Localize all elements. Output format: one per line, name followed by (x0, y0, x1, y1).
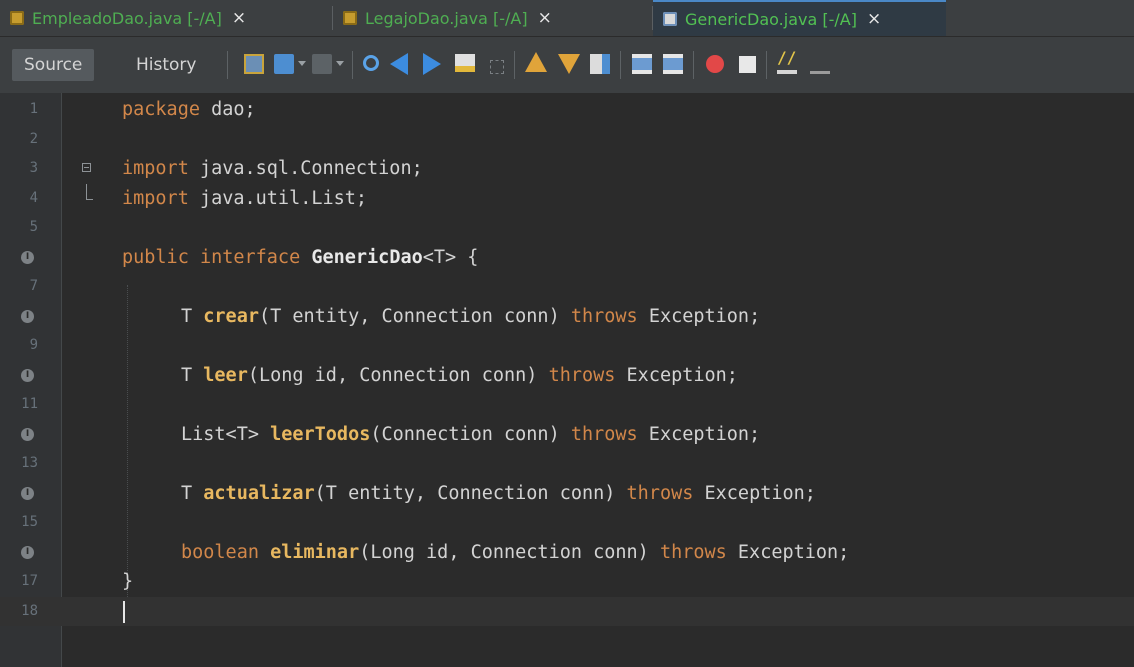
code-text[interactable]: import java.sql.Connection; (122, 154, 423, 184)
code-line: I boolean eliminar(Long id, Connection c… (0, 538, 1134, 568)
chevron-down-icon[interactable] (298, 61, 306, 66)
line-number: 3 (29, 160, 38, 176)
code-line: 7 (0, 272, 1134, 302)
stop-macro-icon[interactable] (739, 56, 756, 73)
toolbar-divider (227, 51, 228, 79)
uncomment-icon[interactable] (810, 54, 830, 74)
code-text[interactable]: import java.util.List; (122, 184, 367, 214)
find-next-icon[interactable] (423, 53, 441, 75)
line-number: 17 (21, 573, 38, 589)
source-tab-button[interactable]: Source (12, 49, 95, 81)
rectangular-selection-icon[interactable] (490, 60, 504, 74)
code-line: I T actualizar(T entity, Connection conn… (0, 479, 1134, 509)
code-line: I T leer(Long id, Connection conn) throw… (0, 361, 1134, 391)
code-line: I public interface GenericDao<T> { (0, 243, 1134, 273)
code-line: 1 package dao; (0, 95, 1134, 125)
java-file-icon (343, 11, 357, 25)
code-line-current: 18 (0, 596, 1134, 626)
code-line: 15 (0, 508, 1134, 538)
toggle-bookmark-icon[interactable] (590, 54, 610, 74)
close-icon[interactable]: × (538, 8, 552, 28)
code-line: 5 (0, 213, 1134, 243)
code-text[interactable]: T leer(Long id, Connection conn) throws … (181, 361, 738, 391)
editor-tab-bar: EmpleadoDao.java [-/A] × LegajoDao.java … (0, 0, 1134, 36)
code-text[interactable]: package dao; (122, 95, 256, 125)
toolbar-divider (514, 51, 515, 79)
history-tab-button[interactable]: History (124, 49, 208, 81)
implemented-marker-icon[interactable]: I (21, 545, 34, 559)
close-icon[interactable]: × (867, 9, 881, 29)
code-line: 4 import java.util.List; (0, 183, 1134, 214)
java-file-icon (10, 11, 24, 25)
next-bookmark-icon[interactable] (558, 54, 580, 74)
code-editor[interactable]: 1 package dao; 2 3 import java.sql.Conne… (0, 93, 1134, 667)
line-number: 2 (29, 130, 38, 147)
close-icon[interactable]: × (232, 8, 246, 28)
back-icon[interactable] (274, 54, 294, 74)
line-number: 15 (21, 514, 38, 530)
toolbar-divider (352, 51, 353, 79)
find-selection-icon[interactable] (363, 55, 379, 71)
find-previous-icon[interactable] (390, 53, 408, 75)
line-number: 1 (29, 101, 38, 117)
implemented-marker-icon[interactable]: I (21, 368, 34, 382)
editor-toolbar: Source History (0, 36, 1134, 93)
tab-empleadodao[interactable]: EmpleadoDao.java [-/A] × (0, 0, 333, 36)
record-macro-icon[interactable] (706, 55, 724, 73)
text-cursor (123, 600, 125, 623)
code-line: 11 (0, 390, 1134, 420)
tab-label: EmpleadoDao.java [-/A] (32, 8, 222, 28)
code-line: 3 import java.sql.Connection; (0, 154, 1134, 184)
shift-left-icon[interactable] (632, 54, 652, 74)
line-number: 7 (29, 278, 38, 294)
implemented-marker-icon[interactable]: I (21, 486, 34, 500)
tab-label: GenericDao.java [-/A] (685, 9, 857, 29)
forward-icon[interactable] (312, 54, 332, 74)
tab-genericdao[interactable]: GenericDao.java [-/A] × (653, 0, 946, 36)
toggle-highlight-icon[interactable] (455, 54, 475, 72)
code-text[interactable]: public interface GenericDao<T> { (122, 243, 478, 273)
fold-toggle-icon[interactable] (82, 163, 91, 172)
line-number: 4 (29, 189, 38, 206)
line-number: 5 (29, 219, 38, 235)
code-text[interactable]: boolean eliminar(Long id, Connection con… (181, 538, 849, 568)
line-number: 18 (21, 602, 38, 619)
code-line: 9 (0, 331, 1134, 361)
code-text[interactable]: T crear(T entity, Connection conn) throw… (181, 302, 760, 332)
line-number: 11 (21, 396, 38, 412)
toolbar-divider (766, 51, 767, 79)
code-text[interactable]: } (122, 567, 133, 597)
interface-file-icon (663, 12, 677, 26)
tab-legajodao[interactable]: LegajoDao.java [-/A] × (333, 0, 653, 36)
code-line: I T crear(T entity, Connection conn) thr… (0, 302, 1134, 332)
line-number: 13 (21, 455, 38, 471)
chevron-down-icon[interactable] (336, 61, 344, 66)
line-number: 9 (29, 337, 38, 353)
code-line: 2 (0, 125, 1134, 155)
toolbar-divider (693, 51, 694, 79)
tab-label: LegajoDao.java [-/A] (365, 8, 528, 28)
implemented-marker-icon[interactable]: I (21, 427, 34, 441)
code-text[interactable]: T actualizar(T entity, Connection conn) … (181, 479, 816, 509)
implemented-marker-icon[interactable]: I (21, 250, 34, 264)
implemented-marker-icon[interactable]: I (21, 309, 34, 323)
comment-icon[interactable] (777, 48, 797, 74)
fold-end-icon (86, 183, 93, 200)
code-line: 17 } (0, 567, 1134, 597)
previous-bookmark-icon[interactable] (525, 52, 547, 72)
code-line: I List<T> leerTodos(Connection conn) thr… (0, 420, 1134, 450)
code-line: 13 (0, 449, 1134, 479)
toolbar-divider (620, 51, 621, 79)
code-text[interactable]: List<T> leerTodos(Connection conn) throw… (181, 420, 760, 450)
shift-right-icon[interactable] (663, 54, 683, 74)
last-edit-icon[interactable] (244, 54, 264, 74)
